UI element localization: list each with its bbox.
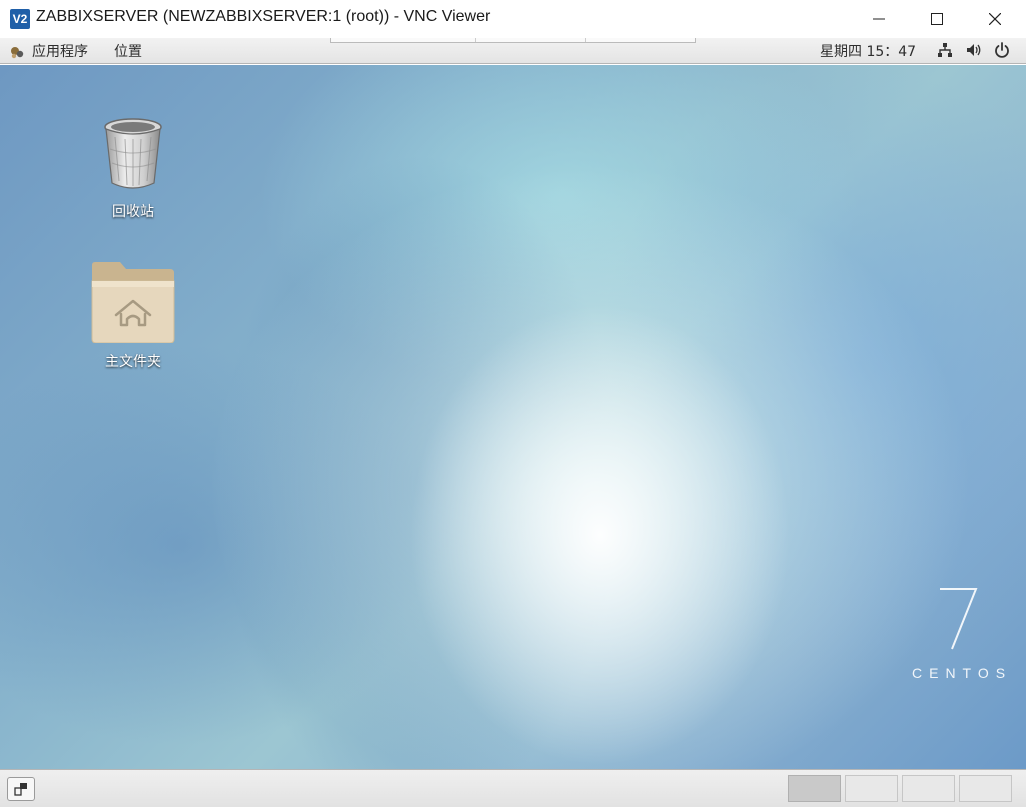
home-folder-icon (91, 262, 175, 344)
workspace-4[interactable] (959, 775, 1012, 802)
vnc-toolbar-strip[interactable] (330, 38, 696, 43)
centos-7-logo (940, 588, 978, 650)
trash-icon (104, 118, 162, 189)
centos-wordmark: CENTOS (912, 665, 1013, 681)
network-icon[interactable] (937, 42, 953, 62)
gnome-bottom-panel (0, 769, 1026, 807)
places-menu[interactable]: 位置 (114, 41, 142, 61)
minimize-button[interactable] (850, 0, 908, 38)
show-desktop-icon (14, 783, 27, 796)
power-icon[interactable] (994, 42, 1010, 62)
desktop[interactable]: 回收站 主文件夹 CENTOS (0, 65, 1026, 769)
vnc-viewer-app-icon[interactable]: V2 (10, 9, 30, 29)
desktop-icon-label: 回收站 (112, 204, 154, 220)
close-button[interactable] (966, 0, 1024, 38)
desktop-icon-home-folder[interactable]: 主文件夹 (83, 261, 183, 371)
workspace-1[interactable] (788, 775, 841, 802)
volume-icon[interactable] (966, 42, 982, 62)
workspace-2[interactable] (845, 775, 898, 802)
clock[interactable]: 星期四 15：47 (820, 41, 916, 61)
close-icon (989, 13, 1001, 25)
desktop-icon-label: 主文件夹 (105, 354, 161, 370)
workspace-3[interactable] (902, 775, 955, 802)
show-desktop-button[interactable] (7, 777, 35, 801)
vnc-window-titlebar[interactable]: V2 ZABBIXSERVER (NEWZABBIXSERVER:1 (root… (0, 0, 1026, 38)
applications-menu-icon[interactable] (9, 44, 25, 64)
applications-menu[interactable]: 应用程序 (32, 41, 88, 61)
maximize-button[interactable] (908, 0, 966, 38)
maximize-icon (931, 13, 943, 25)
desktop-icon-trash[interactable]: 回收站 (83, 117, 183, 221)
window-title: ZABBIXSERVER (NEWZABBIXSERVER:1 (root)) … (36, 8, 491, 25)
minimize-icon (873, 18, 885, 20)
